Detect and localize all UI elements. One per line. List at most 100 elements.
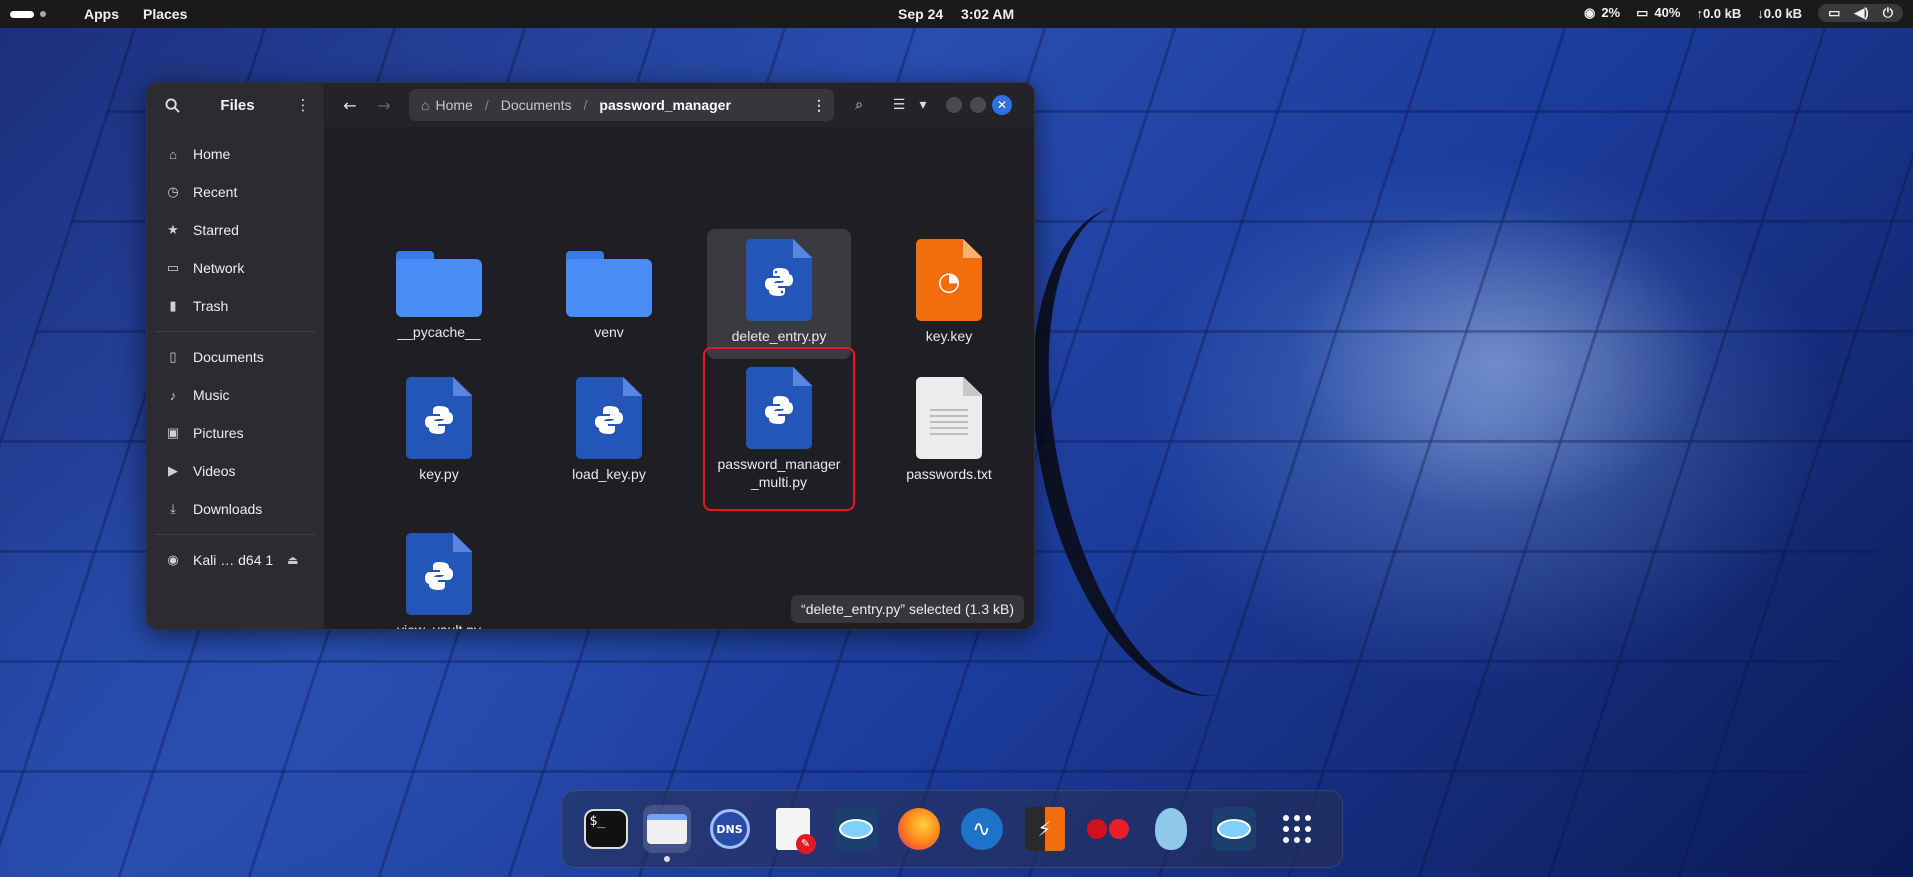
- sidebar-item-label: Videos: [193, 463, 236, 479]
- cherrytree-icon[interactable]: [1084, 805, 1132, 853]
- firefox-icon[interactable]: [895, 805, 943, 853]
- sidebar-item-home[interactable]: ⌂ Home: [147, 135, 324, 173]
- home-icon: ⌂: [421, 97, 430, 113]
- sidebar-header: Files ⋮: [147, 83, 324, 127]
- clock-icon: ◷: [167, 184, 179, 199]
- sidebar-item-trash[interactable]: ▮ Trash: [147, 287, 324, 325]
- sidebar-item-pictures[interactable]: ▣ Pictures: [147, 414, 324, 452]
- dns-tool-icon[interactable]: DNS: [706, 805, 754, 853]
- breadcrumb-current[interactable]: password_manager: [599, 97, 731, 113]
- dock: $_ DNS ✎ ∿ ⚡: [561, 790, 1343, 868]
- sidebar-item-documents[interactable]: ▯ Documents: [147, 338, 324, 376]
- sidebar-item-label: Kali … d64 1: [193, 552, 274, 568]
- key-file-icon: ◔: [916, 239, 982, 321]
- sidebar-item-label: Starred: [193, 222, 239, 238]
- close-button[interactable]: ✕: [992, 95, 1012, 115]
- file-item-password-manager-multi[interactable]: password_manager _multi.py: [703, 347, 855, 511]
- breadcrumb-separator: /: [484, 97, 489, 113]
- workspace-active[interactable]: [10, 10, 34, 18]
- wireshark-icon[interactable]: ∿: [958, 805, 1006, 853]
- files-window: Files ⋮ ⌂ Home ◷ Recent ★ Starred ▭ Network …: [146, 82, 1035, 630]
- breadcrumb-label: Home: [435, 97, 473, 113]
- network-icon: ▭: [166, 260, 180, 275]
- folder-search-icon[interactable]: ⌕: [844, 90, 874, 120]
- cpu-value: 2%: [1601, 5, 1621, 20]
- network-tool-2-icon[interactable]: [1210, 805, 1258, 853]
- date-label: Sep 24: [898, 6, 944, 22]
- sidebar: Files ⋮ ⌂ Home ◷ Recent ★ Starred ▭ Network …: [147, 83, 325, 629]
- python-file-icon: [406, 533, 472, 615]
- sidebar-item-music[interactable]: ♪ Music: [147, 376, 324, 414]
- path-bar: ⌂ Home / Documents / password_manager ⋮: [409, 89, 834, 121]
- cpu-indicator[interactable]: ◉ 2%: [1584, 5, 1620, 21]
- picture-icon: ▣: [166, 425, 180, 440]
- sidebar-item-label: Trash: [193, 298, 229, 314]
- sidebar-item-label: Pictures: [193, 425, 244, 441]
- main-pane: ← → ⌂ Home / Documents / password_manager…: [325, 83, 1034, 629]
- burpsuite-icon[interactable]: ⚡: [1021, 805, 1069, 853]
- file-item-load-key[interactable]: load_key.py: [537, 367, 681, 497]
- sidebar-title: Files: [220, 96, 255, 114]
- forward-button[interactable]: →: [367, 90, 401, 120]
- sidebar-item-recent[interactable]: ◷ Recent: [147, 173, 324, 211]
- places-menu[interactable]: Places: [143, 6, 187, 22]
- back-button[interactable]: ←: [333, 90, 367, 120]
- system-menu[interactable]: ▭ ◀) ⏻: [1818, 4, 1903, 22]
- cpu-icon: ◉: [1583, 5, 1596, 20]
- file-label: key.py: [419, 466, 459, 482]
- battery-indicator[interactable]: ▭ 40%: [1636, 5, 1680, 21]
- upload-indicator[interactable]: ↑0.0 kB: [1696, 6, 1741, 21]
- sidebar-list: ⌂ Home ◷ Recent ★ Starred ▭ Network ▮ Trash ▯…: [147, 135, 324, 579]
- display-icon: ▭: [1828, 5, 1841, 20]
- sidebar-item-downloads[interactable]: ⤓ Downloads: [147, 490, 324, 528]
- eject-icon[interactable]: ⏏: [287, 553, 298, 567]
- app-grid-icon[interactable]: [1273, 805, 1321, 853]
- file-item-key-py[interactable]: key.py: [367, 367, 511, 497]
- maximize-button[interactable]: [970, 97, 986, 113]
- kebab-menu-icon[interactable]: ⋮: [292, 94, 314, 116]
- star-icon: ★: [167, 222, 179, 237]
- power-icon: ⏻: [1882, 5, 1893, 20]
- text-editor-icon[interactable]: ✎: [769, 805, 817, 854]
- file-item-passwords-txt[interactable]: passwords.txt: [877, 367, 1021, 497]
- battery-icon: ▭: [1636, 5, 1649, 20]
- download-indicator[interactable]: ↓0.0 kB: [1757, 6, 1802, 21]
- sidebar-item-drive[interactable]: ◉ Kali … d64 1 ⏏: [147, 541, 324, 579]
- status-bar: “delete_entry.py” selected (1.3 kB): [791, 595, 1024, 623]
- clock[interactable]: Sep 24 3:02 AM: [898, 6, 1028, 22]
- file-item-key-key[interactable]: ◔ key.key: [877, 229, 1021, 359]
- search-icon[interactable]: [161, 94, 183, 116]
- file-item-view-vault[interactable]: view_vault.py: [367, 523, 511, 630]
- workspace-inactive[interactable]: [40, 11, 46, 17]
- minimize-button[interactable]: [946, 97, 962, 113]
- sidebar-item-label: Music: [193, 387, 230, 403]
- home-icon: ⌂: [169, 146, 177, 162]
- sidebar-item-starred[interactable]: ★ Starred: [147, 211, 324, 249]
- sidebar-item-label: Documents: [193, 349, 264, 365]
- file-item-venv[interactable]: venv: [537, 229, 681, 359]
- path-menu-icon[interactable]: ⋮: [812, 97, 826, 114]
- file-item-delete-entry[interactable]: delete_entry.py: [707, 229, 851, 359]
- sidebar-item-videos[interactable]: ▶ Videos: [147, 452, 324, 490]
- network-tool-icon[interactable]: [832, 805, 880, 853]
- files-icon[interactable]: [642, 805, 691, 862]
- view-toggle-icon[interactable]: ☰: [884, 90, 914, 120]
- maltego-icon[interactable]: [1147, 805, 1195, 853]
- file-label: delete_entry.py: [731, 328, 827, 344]
- sidebar-item-network[interactable]: ▭ Network: [147, 249, 324, 287]
- download-icon: ⤓: [170, 501, 176, 516]
- chevron-down-icon[interactable]: ▾: [914, 90, 932, 120]
- header-bar: ← → ⌂ Home / Documents / password_manager…: [325, 83, 1034, 127]
- terminal-icon[interactable]: $_: [583, 809, 628, 849]
- file-label: password_manager _multi.py: [717, 456, 841, 490]
- breadcrumb-documents[interactable]: Documents: [501, 97, 572, 113]
- apps-menu[interactable]: Apps: [84, 6, 119, 22]
- document-icon: ▯: [169, 349, 177, 364]
- file-item-pycache[interactable]: __pycache__: [367, 229, 511, 359]
- file-label: view_vault.py: [396, 622, 482, 630]
- breadcrumb-home[interactable]: ⌂ Home: [421, 97, 473, 113]
- workspace-indicator[interactable]: [10, 10, 60, 18]
- sidebar-item-label: Downloads: [193, 501, 263, 517]
- disc-icon: ◉: [167, 552, 179, 567]
- file-label: __pycache__: [397, 324, 481, 340]
